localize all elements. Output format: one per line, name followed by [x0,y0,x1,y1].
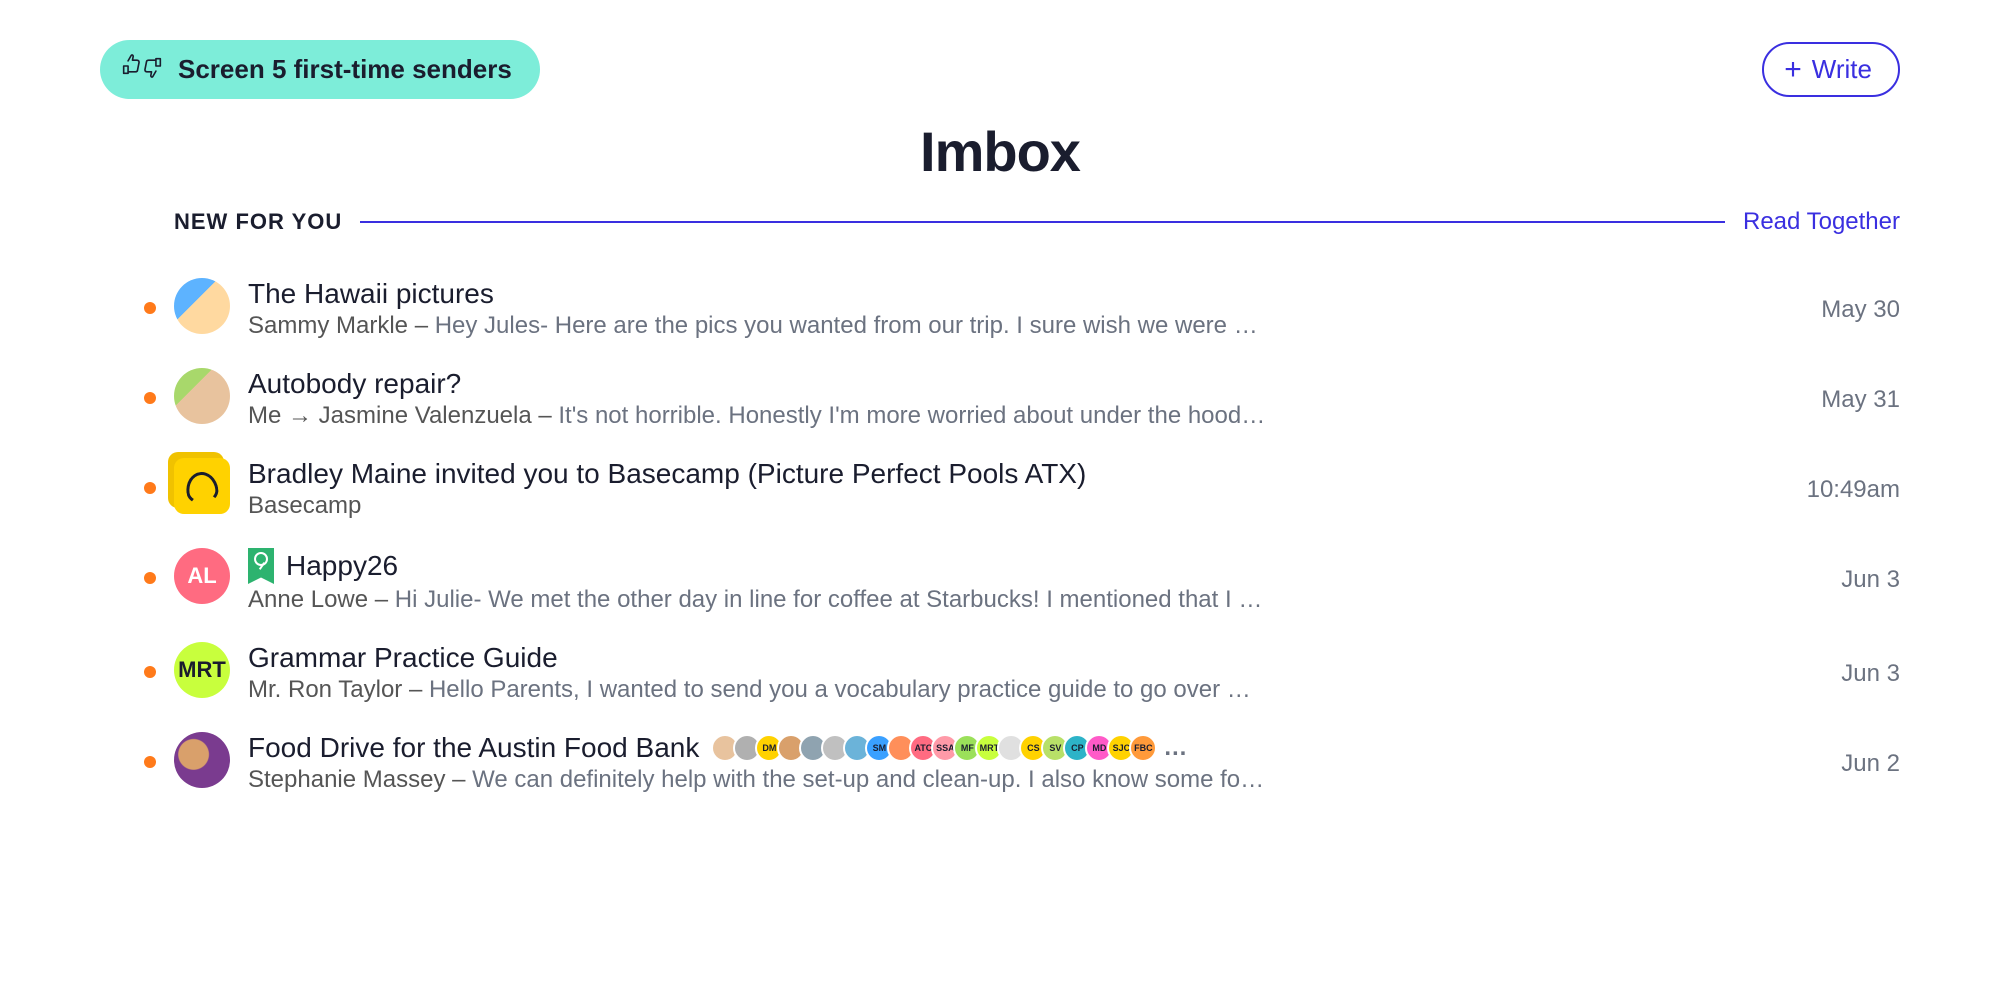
email-content: Grammar Practice GuideMr. Ron Taylor – H… [248,642,1742,704]
email-subject-line: The Hawaii pictures [248,278,1712,310]
email-preview: Mr. Ron Taylor – Hello Parents, I wanted… [248,676,1268,704]
email-subject-line: Grammar Practice Guide [248,642,1712,674]
email-row[interactable]: MRT Grammar Practice GuideMr. Ron Taylor … [100,628,1900,718]
email-date: Jun 3 [1760,642,1900,688]
email-date: May 31 [1760,368,1900,414]
email-subject: The Hawaii pictures [248,278,494,310]
key-flag-icon [248,548,274,584]
email-preview: Sammy Markle – Hey Jules- Here are the p… [248,312,1268,340]
email-list: The Hawaii picturesSammy Markle – Hey Ju… [100,264,1900,808]
avatar [174,732,230,788]
email-subject: Autobody repair? [248,368,461,400]
email-subject: Happy26 [286,550,398,582]
section-label: NEW FOR YOU [174,209,342,235]
email-subject-line: Autobody repair? [248,368,1712,400]
email-subject-line: Bradley Maine invited you to Basecamp (P… [248,458,1712,490]
avatar [174,278,230,334]
email-preview: Anne Lowe – Hi Julie- We met the other d… [248,586,1268,614]
avatar: MRT [174,642,230,698]
email-preview: Basecamp [248,492,1268,520]
email-row[interactable]: AL Happy26 Anne Lowe – Hi Julie- We met th… [100,534,1900,628]
email-content: The Hawaii picturesSammy Markle – Hey Ju… [248,278,1742,340]
email-preview: Stephanie Massey – We can definitely hel… [248,766,1268,794]
write-label: Write [1812,54,1872,85]
read-together-link[interactable]: Read Together [1743,208,1900,236]
email-subject: Food Drive for the Austin Food Bank [248,732,699,764]
plus-icon: + [1784,55,1802,85]
email-date: Jun 3 [1760,548,1900,594]
email-subject: Bradley Maine invited you to Basecamp (P… [248,458,1086,490]
screener-label: Screen 5 first-time senders [178,54,512,85]
email-content: Bradley Maine invited you to Basecamp (P… [248,458,1742,520]
email-subject-line: Food Drive for the Austin Food Bank DMSMA… [248,732,1712,764]
email-row[interactable]: Autobody repair?Me → Jasmine Valenzuela … [100,354,1900,444]
unread-dot [144,666,156,678]
section-divider [360,221,1725,223]
write-button[interactable]: + Write [1762,42,1900,97]
email-row[interactable]: Food Drive for the Austin Food Bank DMSMA… [100,718,1900,808]
email-date: 10:49am [1760,458,1900,504]
email-row[interactable]: Bradley Maine invited you to Basecamp (P… [100,444,1900,534]
page-title: Imbox [100,119,1900,184]
unread-dot [144,756,156,768]
avatar [174,368,230,424]
email-date: May 30 [1760,278,1900,324]
participants-more: … [1163,734,1189,762]
participants: DMSMATCSSAMFMRTCSSVCPMDSJCFBC… [717,734,1189,762]
email-subject: Grammar Practice Guide [248,642,558,674]
unread-dot [144,482,156,494]
section-header: NEW FOR YOU Read Together [100,208,1900,236]
unread-dot [144,572,156,584]
email-date: Jun 2 [1760,732,1900,778]
email-preview: Me → Jasmine Valenzuela – It's not horri… [248,402,1268,430]
unread-dot [144,392,156,404]
participant-chip: FBC [1129,734,1157,762]
top-bar: Screen 5 first-time senders + Write [100,40,1900,99]
unread-dot [144,302,156,314]
screener-button[interactable]: Screen 5 first-time senders [100,40,540,99]
email-subject-line: Happy26 [248,548,1712,584]
email-content: Autobody repair?Me → Jasmine Valenzuela … [248,368,1742,430]
email-content: Food Drive for the Austin Food Bank DMSMA… [248,732,1742,794]
avatar: AL [174,548,230,604]
thumbs-icon [120,52,164,87]
email-row[interactable]: The Hawaii picturesSammy Markle – Hey Ju… [100,264,1900,354]
email-content: Happy26 Anne Lowe – Hi Julie- We met the … [248,548,1742,614]
avatar [174,458,230,514]
